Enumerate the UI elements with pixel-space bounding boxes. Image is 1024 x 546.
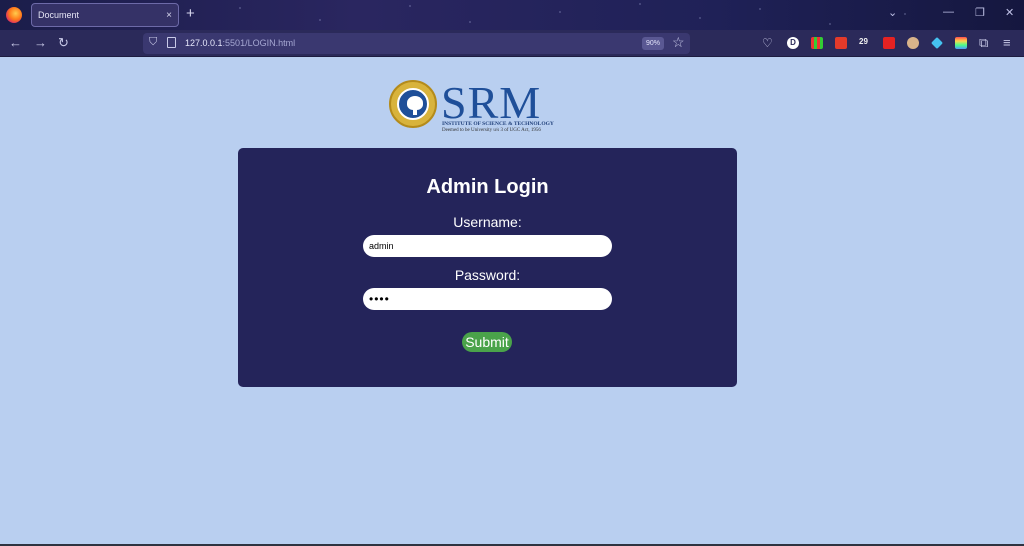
seal-inner: [397, 88, 429, 120]
list-all-tabs-icon[interactable]: ⌄: [888, 6, 897, 19]
address-bar[interactable]: ⛉ 127.0.0.1:5501/LOGIN.html 90% ☆: [143, 33, 690, 54]
extensions-puzzle-icon[interactable]: ⧉: [979, 35, 988, 51]
page-info-icon[interactable]: [167, 37, 176, 48]
extension-d-icon[interactable]: D: [787, 37, 799, 49]
username-input[interactable]: [363, 235, 612, 257]
browser-navbar: ← → ↻ ⛉ 127.0.0.1:5501/LOGIN.html 90% ☆ …: [0, 30, 1024, 57]
university-seal-icon: [389, 80, 437, 128]
submit-button[interactable]: Submit: [462, 332, 512, 352]
login-card: Admin Login Username: Password: Submit: [238, 148, 737, 387]
bookmark-star-icon[interactable]: ☆: [672, 34, 685, 51]
back-icon[interactable]: ←: [9, 35, 22, 50]
tracking-protection-shield-icon[interactable]: ⛉: [149, 36, 157, 49]
logo-deemed-line: Deemed to be University u/s 3 of UGC Act…: [442, 128, 541, 133]
url-host: 127.0.0.1: [185, 38, 223, 48]
youtube-extension-icon[interactable]: [883, 37, 895, 49]
extension-red-icon[interactable]: [835, 37, 847, 49]
tab-title: Document: [38, 10, 80, 20]
minimize-icon[interactable]: —: [943, 6, 954, 18]
extension-counter-badge[interactable]: 29: [859, 37, 871, 49]
new-tab-button[interactable]: +: [186, 5, 195, 22]
url-path: :5501/LOGIN.html: [222, 38, 296, 48]
gem-extension-icon[interactable]: [931, 37, 943, 49]
srm-logo: SRM INSTITUTE OF SCIENCE & TECHNOLOGY De…: [389, 77, 554, 135]
username-label: Username:: [453, 214, 522, 230]
hamburger-menu-icon[interactable]: ≡: [1003, 35, 1011, 50]
pocket-icon[interactable]: ♡: [762, 36, 773, 50]
restore-icon[interactable]: ❐: [975, 6, 985, 19]
avatar-extension-icon[interactable]: [907, 37, 919, 49]
extension-equalizer-icon[interactable]: [811, 37, 823, 49]
browser-tab[interactable]: Document ×: [31, 3, 179, 27]
tree-trunk: [413, 108, 417, 115]
password-input[interactable]: [363, 288, 612, 310]
logo-institute-line: INSTITUTE OF SCIENCE & TECHNOLOGY: [442, 121, 554, 127]
login-title: Admin Login: [426, 176, 549, 198]
zoom-level-badge[interactable]: 90%: [642, 37, 665, 50]
url-text[interactable]: 127.0.0.1:5501/LOGIN.html: [185, 38, 295, 48]
reload-icon[interactable]: ↻: [58, 35, 69, 51]
forward-icon[interactable]: →: [34, 35, 47, 50]
tab-close-icon[interactable]: ×: [166, 10, 172, 21]
rainbow-extension-icon[interactable]: [955, 37, 967, 49]
firefox-menu-icon[interactable]: [6, 7, 22, 23]
browser-titlebar: Document × + ⌄ — ❐ ✕: [0, 0, 1024, 30]
close-window-icon[interactable]: ✕: [1005, 6, 1014, 19]
password-label: Password:: [454, 267, 521, 283]
